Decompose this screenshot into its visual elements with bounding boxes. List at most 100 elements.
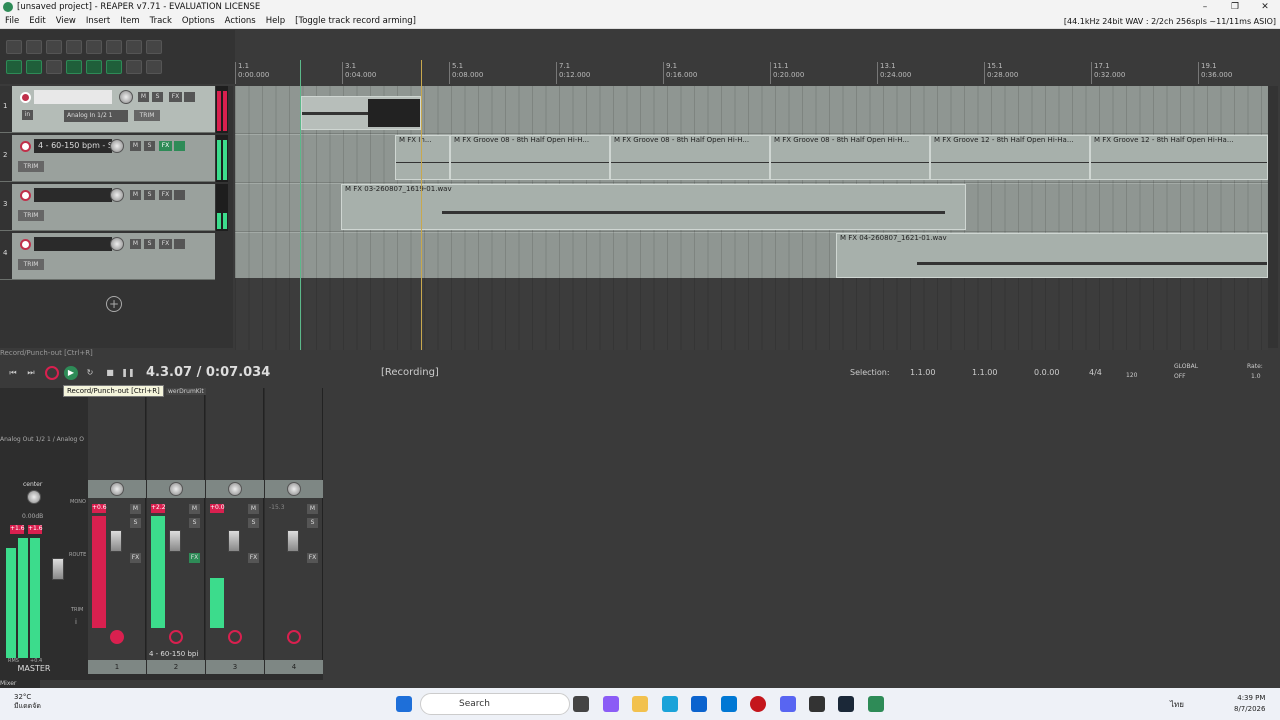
selection-start[interactable]: 1.1.00 xyxy=(910,368,935,377)
midi-item[interactable]: M FX Groove 08 - 8th Half Open Hi-H... xyxy=(610,135,770,180)
reaper-taskbar-icon[interactable] xyxy=(868,696,884,712)
volume-fader[interactable] xyxy=(110,530,122,552)
close-button[interactable]: ✕ xyxy=(1250,2,1280,12)
fx-button[interactable]: FX xyxy=(159,141,172,151)
volume-knob[interactable] xyxy=(110,139,124,153)
solo-button[interactable]: S xyxy=(144,239,155,249)
menu-edit[interactable]: Edit xyxy=(24,16,50,26)
mixer-channel-3[interactable]: +0.0 M S FX 3 xyxy=(206,388,264,674)
mixer-channel-1[interactable]: +0.6 M S FX 1 xyxy=(88,388,146,674)
audio-item[interactable]: M FX 03-260807_1619-01.wav xyxy=(341,184,966,230)
start-icon[interactable] xyxy=(396,696,412,712)
solo-button[interactable]: S xyxy=(144,190,155,200)
solo-button[interactable]: S xyxy=(189,518,200,528)
edit-cursor[interactable] xyxy=(421,60,422,350)
channel-name[interactable]: 4 - 60-150 bpi xyxy=(149,650,198,658)
go-to-start-icon[interactable]: ⏮ xyxy=(6,366,20,380)
track-name-field[interactable] xyxy=(34,188,112,202)
language-indicator[interactable]: ไทย xyxy=(1170,698,1184,711)
arrange-view[interactable]: 1.1 0:00.000 3.1 0:04.000 5.1 0:08.000 7.1 0… xyxy=(235,60,1268,350)
project-settings-icon[interactable] xyxy=(66,40,82,54)
menu-track[interactable]: Track xyxy=(145,16,177,26)
maximize-button[interactable]: ❐ xyxy=(1220,2,1250,12)
global-off-button[interactable]: OFF xyxy=(1174,373,1186,380)
phase-button[interactable] xyxy=(174,239,185,249)
menu-insert[interactable]: Insert xyxy=(81,16,115,26)
track-name-field[interactable] xyxy=(34,237,112,251)
play-button[interactable]: ▶ xyxy=(64,366,78,380)
metronome-icon[interactable] xyxy=(126,40,142,54)
item-grouping-icon[interactable] xyxy=(26,60,42,74)
store-icon[interactable] xyxy=(691,696,707,712)
midi-item[interactable]: M FX In... xyxy=(395,135,450,180)
time-signature[interactable]: 4/4 xyxy=(1089,368,1102,377)
app-icon[interactable] xyxy=(809,696,825,712)
mute-button[interactable]: M xyxy=(130,239,141,249)
mute-button[interactable]: M xyxy=(138,92,149,102)
input-selector[interactable]: Analog In 1/2 1 xyxy=(64,110,128,122)
track-2[interactable]: 2 4 - 60-150 bpm - S M S FX TRIM xyxy=(0,135,215,182)
menu-view[interactable]: View xyxy=(51,16,81,26)
track-name-field[interactable] xyxy=(34,90,112,104)
ripple-edit-icon[interactable] xyxy=(6,60,22,74)
vertical-scrollbar[interactable] xyxy=(1268,86,1278,348)
fx-button[interactable]: FX xyxy=(159,239,172,249)
menu-item[interactable]: Item xyxy=(115,16,144,26)
tempo-display[interactable]: 120 xyxy=(1126,372,1137,379)
snap-icon[interactable] xyxy=(46,60,62,74)
mute-button[interactable]: M xyxy=(130,190,141,200)
time-display[interactable]: 4.3.07 / 0:07.034 xyxy=(146,365,270,380)
auto-crossfade-icon[interactable] xyxy=(66,60,82,74)
trim-button[interactable]: TRIM xyxy=(18,161,44,172)
save-project-icon[interactable] xyxy=(46,40,62,54)
lock-icon[interactable] xyxy=(126,60,142,74)
menu-actions[interactable]: Actions xyxy=(220,16,261,26)
envelope-icon[interactable] xyxy=(146,60,162,74)
pan-knob[interactable] xyxy=(110,482,124,496)
fx-button[interactable]: FX xyxy=(189,553,200,563)
record-arm-button[interactable] xyxy=(20,239,31,250)
fx-button[interactable]: FX xyxy=(307,553,318,563)
new-project-icon[interactable] xyxy=(6,40,22,54)
minimize-button[interactable]: – xyxy=(1190,2,1220,12)
midi-item[interactable]: M FX Groove 08 - 8th Half Open Hi-H... xyxy=(450,135,610,180)
fx-button[interactable]: FX xyxy=(159,190,172,200)
record-arm-button[interactable] xyxy=(20,92,31,103)
phase-button[interactable] xyxy=(184,92,195,102)
midi-item[interactable]: M FX Groove 12 - 8th Half Open Hi-Ha... xyxy=(930,135,1090,180)
task-view-icon[interactable] xyxy=(573,696,589,712)
pan-knob[interactable] xyxy=(287,482,301,496)
grid-snap-icon[interactable] xyxy=(86,60,102,74)
copilot-icon[interactable] xyxy=(603,696,619,712)
solo-button[interactable]: S xyxy=(144,141,155,151)
mono-button[interactable]: MONO xyxy=(70,499,86,505)
mixer-tab[interactable]: Mixer xyxy=(0,680,40,688)
mute-button[interactable]: M xyxy=(130,504,141,514)
timeline-ruler[interactable]: 1.1 0:00.000 3.1 0:04.000 5.1 0:08.000 7.1 0… xyxy=(235,60,1268,86)
pan-knob[interactable] xyxy=(169,482,183,496)
add-track-icon[interactable]: + xyxy=(106,296,122,312)
track-3[interactable]: 3 M S FX TRIM xyxy=(0,184,215,231)
record-arm-button[interactable] xyxy=(20,141,31,152)
solo-button[interactable]: S xyxy=(307,518,318,528)
selection-end[interactable]: 1.1.00 xyxy=(972,368,997,377)
app-icon[interactable] xyxy=(750,696,766,712)
master-fader[interactable] xyxy=(52,558,64,580)
fx-bypass-button[interactable] xyxy=(174,141,185,151)
pause-button[interactable]: ❚❚ xyxy=(121,366,135,380)
playrate-value[interactable]: 1.0 xyxy=(1251,373,1261,380)
mixer-channel-2[interactable]: +2.2 M S FX 4 - 60-150 bpi 2 xyxy=(147,388,205,674)
record-arm-button[interactable] xyxy=(110,630,124,644)
mixer-channel-4[interactable]: -15.3 M S FX 4 xyxy=(265,388,323,674)
go-to-end-icon[interactable]: ⏭ xyxy=(24,366,38,380)
trim-button[interactable]: TRIM xyxy=(18,210,44,221)
menu-file[interactable]: File xyxy=(0,16,24,26)
stop-button[interactable]: ■ xyxy=(103,366,117,380)
master-pan-knob[interactable] xyxy=(27,490,41,504)
weather-widget[interactable]: 32°C มีแดดจัด xyxy=(14,693,41,711)
file-explorer-icon[interactable] xyxy=(632,696,648,712)
redo-icon[interactable] xyxy=(106,40,122,54)
midi-item[interactable]: M FX Groove 08 - 8th Half Open Hi-H... xyxy=(770,135,930,180)
track-4[interactable]: 4 M S FX TRIM xyxy=(0,233,215,280)
phase-button[interactable] xyxy=(174,190,185,200)
